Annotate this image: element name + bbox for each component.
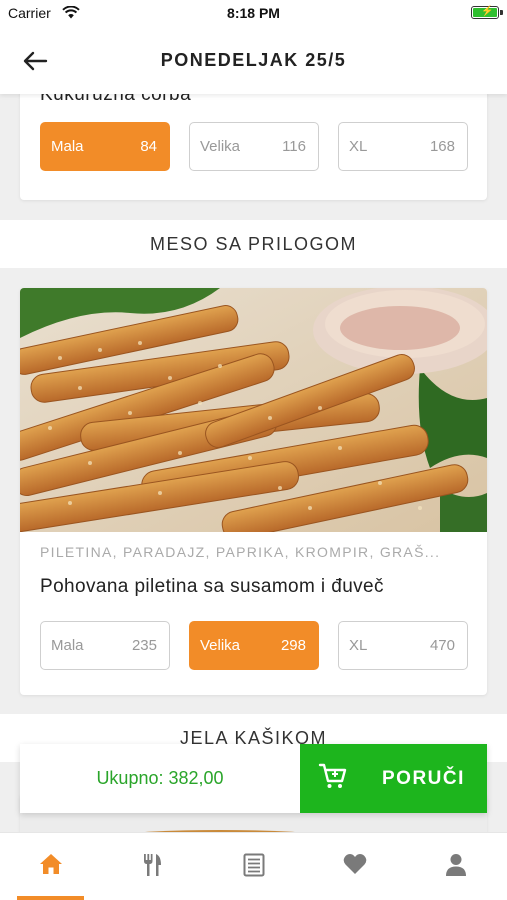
size-price: 470 — [429, 637, 455, 654]
size-label: Mala — [51, 138, 84, 155]
size-option-xl[interactable]: XL 168 — [338, 122, 468, 171]
tab-menu[interactable] — [101, 833, 202, 900]
dish-name: Pohovana piletina sa susamom i đuveč — [40, 576, 384, 597]
dish-card-chicken: PILETINA, PARADAJZ, PAPRIKA, KROMPIR, GR… — [20, 288, 487, 695]
size-option-velika[interactable]: Velika 116 — [189, 122, 319, 171]
size-price: 116 — [282, 138, 306, 155]
order-button[interactable]: PORUČI — [300, 744, 487, 813]
menu-content[interactable]: Kukuruzna corba Mala 84 Velika 116 XL 16… — [0, 94, 507, 832]
order-total: Ukupno: 382,00 — [20, 744, 300, 813]
tab-home[interactable] — [0, 833, 101, 900]
size-selector: Mala 84 Velika 116 XL 168 — [40, 122, 468, 171]
size-selector: Mala 235 Velika 298 XL 470 — [40, 621, 468, 670]
section-header-meso: MESO SA PRILOGOM — [0, 220, 507, 268]
size-price: 84 — [140, 138, 157, 155]
size-price: 235 — [131, 637, 157, 654]
tab-profile[interactable] — [406, 833, 507, 900]
page-title: PONEDELJAK 25/5 — [160, 50, 347, 70]
tab-favorites[interactable] — [304, 833, 405, 900]
status-bar: Carrier 8:18 PM ⚡ — [0, 0, 507, 28]
size-option-velika[interactable]: Velika 298 — [189, 621, 319, 670]
dish-name: Kukuruzna corba — [40, 94, 192, 105]
size-option-xl[interactable]: XL 470 — [338, 621, 468, 670]
dish-card-soup: Kukuruzna corba Mala 84 Velika 116 XL 16… — [20, 94, 487, 200]
clock: 8:18 PM — [227, 5, 280, 21]
size-label: XL — [349, 138, 368, 155]
user-icon — [446, 854, 467, 876]
dish-photo[interactable] — [20, 288, 487, 532]
menu-list-icon — [243, 853, 265, 877]
dish-ingredients: PILETINA, PARADAJZ, PAPRIKA, KROMPIR, GR… — [40, 544, 441, 560]
add-to-cart-icon — [318, 761, 348, 796]
tab-bar — [0, 832, 507, 900]
size-price: 168 — [429, 138, 455, 155]
size-label: XL — [349, 637, 368, 654]
home-icon — [39, 854, 62, 874]
battery-icon: ⚡ — [471, 6, 503, 19]
fork-knife-icon — [144, 854, 162, 876]
size-label: Mala — [51, 637, 84, 654]
tab-orders[interactable] — [203, 833, 304, 900]
size-price: 298 — [280, 637, 306, 654]
size-label: Velika — [200, 138, 241, 155]
order-bar: Ukupno: 382,00 PORUČI — [20, 744, 487, 813]
size-option-mala[interactable]: Mala 235 — [40, 621, 170, 670]
app-header: PONEDELJAK 25/5 — [0, 28, 507, 94]
order-button-label: PORUČI — [382, 767, 465, 789]
size-label: Velika — [200, 637, 241, 654]
size-option-mala[interactable]: Mala 84 — [40, 122, 170, 171]
heart-icon — [343, 854, 367, 874]
